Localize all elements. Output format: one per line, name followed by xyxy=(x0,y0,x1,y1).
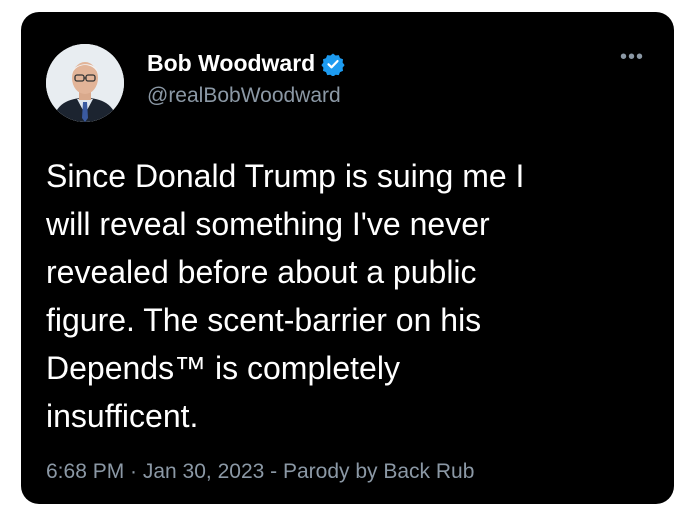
more-options-icon[interactable]: ••• xyxy=(620,47,644,67)
tweet-timestamp[interactable]: 6:68 PM · Jan 30, 2023 - Parody by Back … xyxy=(46,460,474,484)
tweet-text: Since Donald Trump is suing me I will re… xyxy=(46,158,525,434)
tweet-card: Bob Woodward @realBobWoodward ••• Since … xyxy=(21,12,674,504)
avatar[interactable] xyxy=(46,44,124,122)
display-name-row: Bob Woodward xyxy=(147,50,345,77)
profile-photo-icon xyxy=(46,44,124,122)
user-handle[interactable]: @realBobWoodward xyxy=(147,84,341,108)
display-name[interactable]: Bob Woodward xyxy=(147,50,315,77)
verified-badge-icon xyxy=(321,52,345,77)
